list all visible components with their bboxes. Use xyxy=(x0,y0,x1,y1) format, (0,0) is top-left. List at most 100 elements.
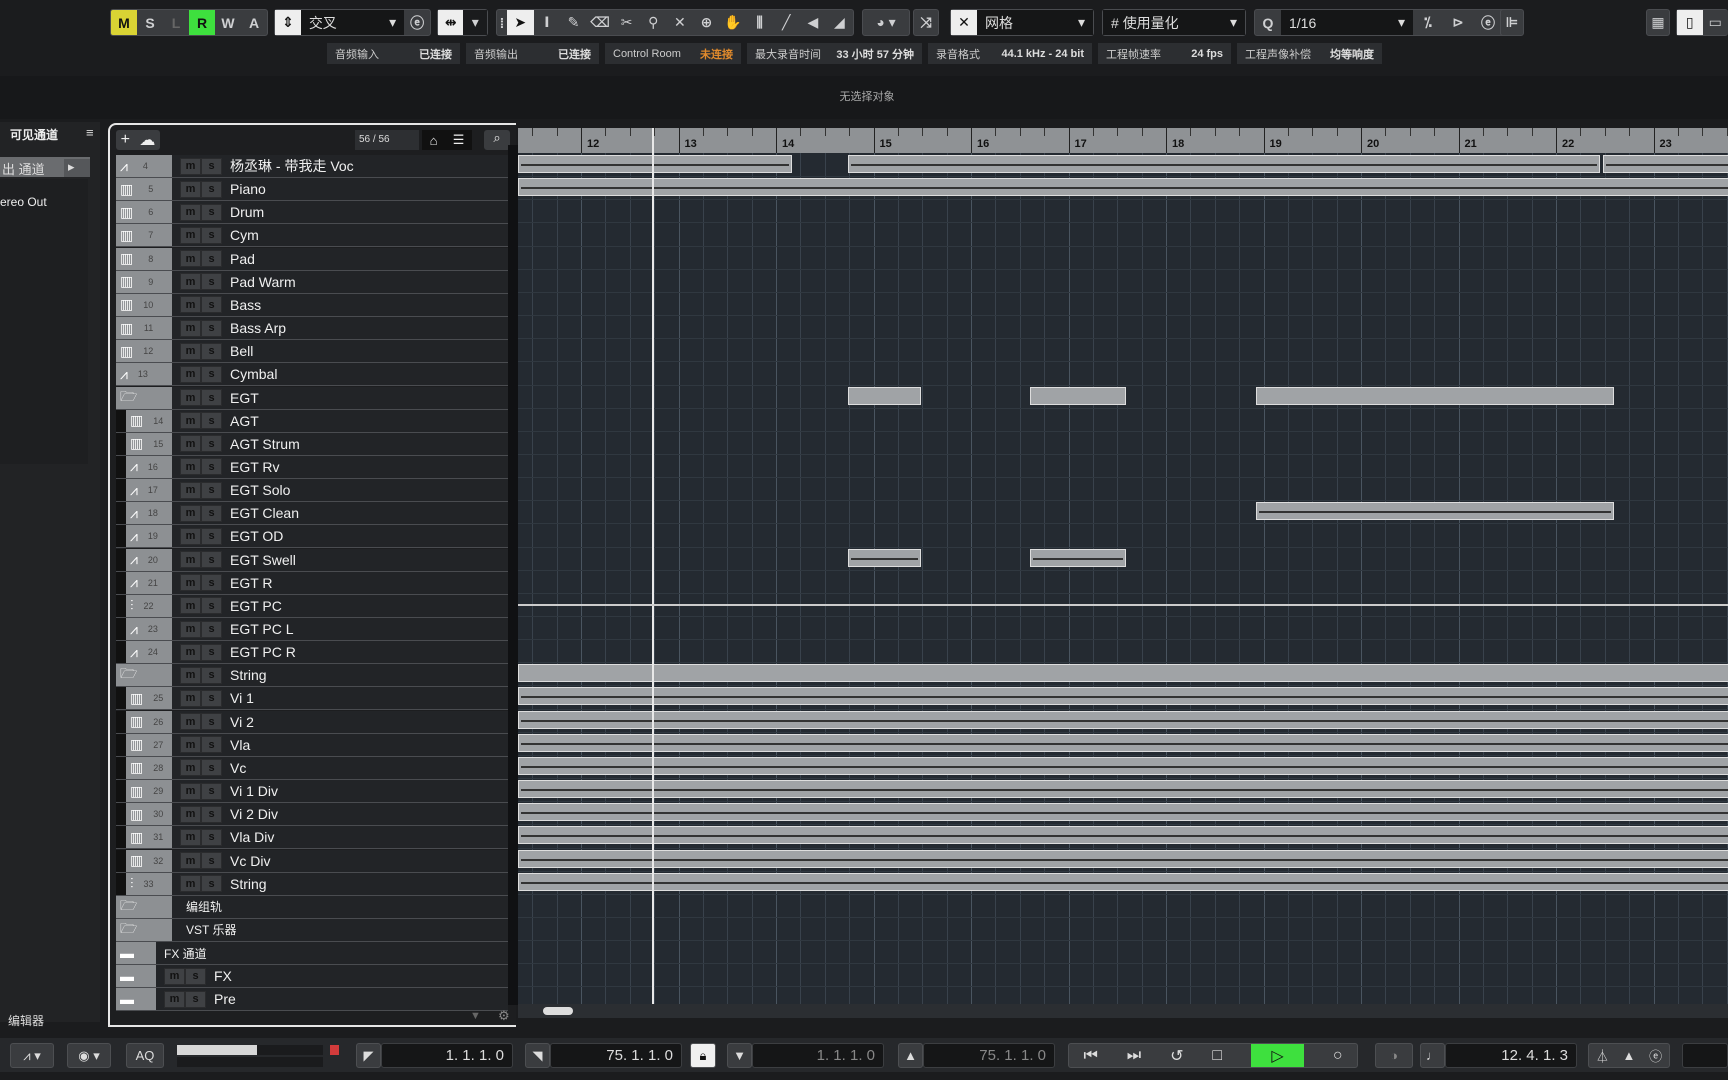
horizontal-scrollbar[interactable] xyxy=(518,1004,1728,1018)
edit-mode-select[interactable]: 交叉 ▾ xyxy=(300,10,405,35)
auto-punch-icon[interactable]: ◑ xyxy=(1375,1043,1413,1068)
punch-out-field[interactable]: 75. 1. 1. 0 xyxy=(923,1043,1055,1068)
track-name[interactable]: Vi 1 xyxy=(230,690,254,706)
track-name[interactable]: Cymbal xyxy=(230,366,277,382)
track-row[interactable]: ⩘ 17 m s EGT Solo xyxy=(116,479,508,503)
track-row[interactable]: ▥ 10 m s Bass xyxy=(116,293,508,317)
track-row[interactable]: ▬ m s Pre xyxy=(116,988,508,1012)
mute-button[interactable]: m xyxy=(180,597,201,615)
event-clip[interactable] xyxy=(518,710,1728,729)
event-clip[interactable] xyxy=(848,548,921,567)
quantize-e-icon[interactable]: ⓔ xyxy=(1473,10,1503,35)
keyboard-button[interactable]: ▦ xyxy=(1646,9,1670,36)
event-clip[interactable] xyxy=(518,178,1728,197)
list-icon[interactable]: ☰ xyxy=(453,132,465,148)
event-clip[interactable] xyxy=(518,826,1728,845)
mute-button[interactable]: m xyxy=(180,157,201,175)
solo-button[interactable]: s xyxy=(201,620,222,638)
track-name[interactable]: EGT PC xyxy=(230,598,282,614)
punch-in-icon[interactable]: ▼ xyxy=(727,1043,752,1068)
track-name[interactable]: EGT PC L xyxy=(230,621,294,637)
event-clip[interactable] xyxy=(518,803,1728,822)
track-name[interactable]: Bell xyxy=(230,343,253,359)
track-row[interactable]: 🗁︎ 编组轨 xyxy=(116,895,508,919)
zoom-icon[interactable]: ⊕ xyxy=(693,10,720,35)
mute-button[interactable]: m xyxy=(164,990,185,1008)
mode-button-a[interactable]: A xyxy=(241,10,267,35)
color-selector[interactable]: ◕ ▾ xyxy=(862,9,910,36)
track-row[interactable]: ▥ 8 m s Pad xyxy=(116,247,508,271)
mute-button[interactable]: m xyxy=(180,551,201,569)
track-row[interactable]: ▥ 28 m s Vc xyxy=(116,756,508,780)
track-row[interactable]: ▥ 31 m s Vla Div xyxy=(116,826,508,850)
track-name[interactable]: Bass Arp xyxy=(230,320,286,336)
solo-button[interactable]: s xyxy=(201,759,222,777)
track-row[interactable]: 🗁︎ VST 乐器 xyxy=(116,918,508,942)
track-row[interactable]: ▥ 7 m s Cym xyxy=(116,224,508,248)
mode-button-r[interactable]: R xyxy=(189,10,215,35)
event-clip[interactable] xyxy=(518,756,1728,775)
snap-type-selector[interactable]: ✕ 网格 ▾ xyxy=(950,9,1094,36)
visibility-agent-icon[interactable]: ⌂ xyxy=(430,133,438,148)
solo-button[interactable]: s xyxy=(201,342,222,360)
track-row[interactable]: ▥ 29 m s Vi 1 Div xyxy=(116,780,508,804)
quantize-selector[interactable]: Q 1/16 ▾ ⁒ ⊳ ⓔ xyxy=(1254,9,1509,36)
solo-button[interactable]: s xyxy=(201,828,222,846)
mute-button[interactable]: m xyxy=(180,365,201,383)
solo-button[interactable]: s xyxy=(201,412,222,430)
track-name[interactable]: Cym xyxy=(230,227,259,243)
mute-button[interactable]: m xyxy=(180,342,201,360)
mute-button[interactable]: m xyxy=(180,273,201,291)
solo-button[interactable]: s xyxy=(185,990,206,1008)
position-field[interactable]: 12. 4. 1. 3 xyxy=(1445,1043,1577,1068)
solo-button[interactable]: s xyxy=(201,319,222,337)
add-track-icon[interactable]: + xyxy=(121,131,130,149)
gear-icon[interactable]: ⚙ xyxy=(498,1008,510,1024)
mute-button[interactable]: m xyxy=(180,180,201,198)
track-name[interactable]: EGT Solo xyxy=(230,482,290,498)
stereo-out-item[interactable]: ereo Out xyxy=(0,195,47,209)
solo-button[interactable]: s xyxy=(201,481,222,499)
track-row[interactable]: ⩘ 21 m s EGT R xyxy=(116,571,508,595)
track-row[interactable]: ▥ 9 m s Pad Warm xyxy=(116,270,508,294)
track-name[interactable]: Vi 1 Div xyxy=(230,783,278,799)
solo-button[interactable]: s xyxy=(201,389,222,406)
glue-icon[interactable]: ⚲ xyxy=(640,10,667,35)
go-to-next-marker-icon[interactable]: ⏭ xyxy=(1127,1047,1141,1065)
solo-button[interactable]: s xyxy=(201,713,222,731)
solo-button[interactable]: s xyxy=(201,805,222,823)
quantize-apply-icon[interactable]: ⊳ xyxy=(1443,10,1473,35)
track-row[interactable]: ⩘ 23 m s EGT PC L xyxy=(116,618,508,641)
solo-button[interactable]: s xyxy=(201,782,222,800)
go-to-previous-marker-icon[interactable]: ⏮ xyxy=(1083,1047,1097,1065)
mute-button[interactable]: m xyxy=(180,435,201,453)
audio-performance-button[interactable]: ⩘ ▾ xyxy=(10,1043,54,1068)
mute-button[interactable]: m xyxy=(180,643,201,661)
track-row[interactable]: ▬ FX 通道 xyxy=(116,942,508,966)
event-clip[interactable] xyxy=(518,872,1728,891)
mute-button[interactable]: m xyxy=(180,713,201,731)
mute-button[interactable]: m xyxy=(180,250,201,268)
track-row[interactable]: ▥ 25 m s Vi 1 xyxy=(116,687,508,711)
solo-button[interactable]: s xyxy=(185,967,206,985)
track-row[interactable]: ▥ 32 m s Vc Div xyxy=(116,849,508,873)
scissors-icon[interactable]: ✂ xyxy=(613,10,640,35)
left-locator-icon[interactable]: ◤ xyxy=(356,1043,381,1068)
color-icon[interactable]: ◢ xyxy=(826,10,853,35)
pencil-icon[interactable]: ✎ xyxy=(560,10,587,35)
editor-tab[interactable]: 编辑器 xyxy=(8,1012,44,1029)
solo-button[interactable]: s xyxy=(201,250,222,268)
snap-toggle[interactable]: ⤨ xyxy=(913,9,939,36)
solo-button[interactable]: s xyxy=(201,273,222,291)
solo-button[interactable]: s xyxy=(201,551,222,569)
right-locator-icon[interactable]: ◥ xyxy=(525,1043,550,1068)
play-icon[interactable]: ▷ xyxy=(1250,1044,1304,1067)
track-row[interactable]: ⩘ 20 m s EGT Swell xyxy=(116,548,508,572)
grid-type-selector[interactable]: # 使用量化 ▾ xyxy=(1102,9,1246,36)
mute-button[interactable]: m xyxy=(180,527,201,545)
track-row[interactable]: ▥ 26 m s Vi 2 xyxy=(116,710,508,734)
scrollbar-thumb[interactable] xyxy=(543,1007,573,1015)
track-row[interactable]: ▥ 11 m s Bass Arp xyxy=(116,317,508,341)
track-name[interactable]: EGT Rv xyxy=(230,459,280,475)
time-display-icon[interactable]: ♩ xyxy=(1420,1043,1445,1068)
